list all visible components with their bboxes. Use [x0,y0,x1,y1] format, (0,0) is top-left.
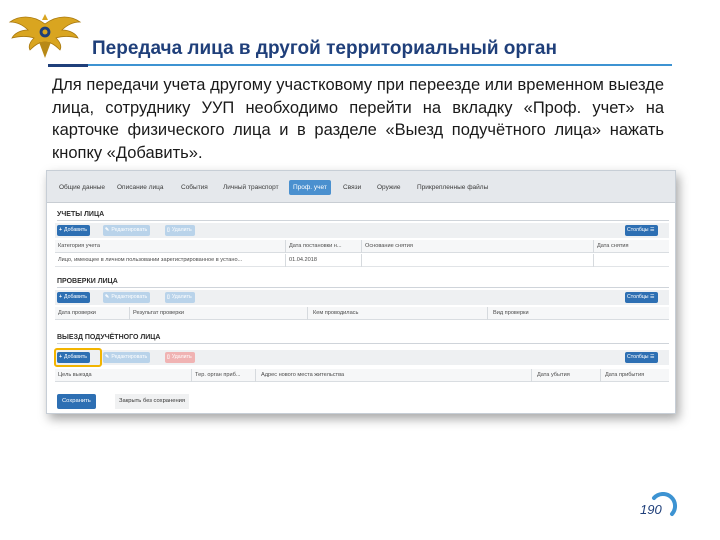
trash-icon: ▯ [167,294,170,300]
departure-delete-button[interactable]: ▯ Удалить [165,352,195,363]
column-header: Дата постановки н... [289,243,342,249]
column-header: Кем проводилась [313,310,359,316]
instruction-text: Для передачи учета другому участковому п… [52,76,664,162]
accounts-add-button[interactable]: + Добавить [57,225,90,236]
trash-icon: ▯ [167,354,170,360]
section-rule [57,287,669,288]
column-header: Дата убытия [537,372,570,378]
checks-edit-button[interactable]: ✎ Редактировать [103,292,151,303]
trash-icon: ▯ [167,227,170,233]
add-button-highlight [54,348,102,367]
tab-vehicles[interactable]: Личный транспорт [219,180,283,195]
tab-bar: Общие данные Описание лица События Личны… [47,171,675,203]
tab-events[interactable]: События [177,180,212,195]
table-cell: 01.04.2018 [289,257,317,263]
accounts-columns-button[interactable]: Столбцы ☰ [625,225,658,236]
tab-description[interactable]: Описание лица [113,180,167,195]
table-cell: Лицо, имеющее в личном пользовании зарег… [58,257,243,263]
slide-title: Передача лица в другой территориальный о… [92,38,557,59]
column-header: Основание снятия [365,243,413,249]
page-number: 190 [640,502,662,517]
title-rule-accent [48,64,88,67]
tab-links[interactable]: Связи [339,180,365,195]
column-header: Результат проверки [133,310,184,316]
departure-edit-button[interactable]: ✎ Редактировать [103,352,151,363]
table-row[interactable]: Лицо, имеющее в личном пользовании зарег… [55,254,669,267]
pencil-icon: ✎ [105,294,110,300]
plus-icon: + [59,227,63,233]
column-header: Вид проверки [493,310,529,316]
checks-toolbar: + Добавить ✎ Редактировать ▯ Удалить Столбц… [55,290,669,305]
accounts-toolbar: + Добавить ✎ Редактировать ▯ Удалить Столбц… [55,223,669,238]
section-title-departure: ВЫЕЗД ПОДУЧЁТНОГО ЛИЦА [57,334,161,341]
form-footer: Сохранить Закрыть без сохранения [55,392,669,412]
departure-toolbar: + Добавить ✎ Редактировать ▯ Удалить Столбц… [55,350,669,365]
save-button[interactable]: Сохранить [57,394,96,409]
pencil-icon: ✎ [105,354,110,360]
checks-add-button[interactable]: + Добавить [57,292,90,303]
plus-icon: + [59,294,63,300]
column-header: Категория учета [58,243,100,249]
departure-columns-button[interactable]: Столбцы ☰ [625,352,658,363]
accounts-delete-button[interactable]: ▯ Удалить [165,225,195,236]
accounts-table-header: Категория учета Дата постановки н... Осн… [55,240,669,253]
checks-table-header: Дата проверки Результат проверки Кем про… [55,307,669,320]
app-screenshot: Общие данные Описание лица События Личны… [46,170,676,414]
menu-icon: ☰ [650,227,655,233]
column-header: Дата проверки [58,310,96,316]
tab-general[interactable]: Общие данные [55,180,109,195]
pencil-icon: ✎ [105,227,110,233]
eagle-emblem-icon [8,14,82,58]
tab-weapons[interactable]: Оружие [373,180,405,195]
column-header: Дата снятия [597,243,629,249]
departure-table-header: Цель выезда Тер. орган приб... Адрес нов… [55,369,669,382]
tab-files[interactable]: Прикрепленные файлы [413,180,492,195]
column-header: Адрес нового места жительства [261,372,345,378]
menu-icon: ☰ [650,294,655,300]
tab-prof-account[interactable]: Проф. учет [289,180,331,195]
column-header: Цель выезда [58,372,92,378]
title-rule [48,64,672,66]
checks-delete-button[interactable]: ▯ Удалить [165,292,195,303]
accounts-edit-button[interactable]: ✎ Редактировать [103,225,151,236]
column-header: Тер. орган приб... [195,372,241,378]
section-rule [57,343,669,344]
checks-columns-button[interactable]: Столбцы ☰ [625,292,658,303]
close-without-saving-button[interactable]: Закрыть без сохранения [115,394,190,409]
column-header: Дата прибытия [605,372,645,378]
section-rule [57,220,669,221]
menu-icon: ☰ [650,354,655,360]
section-title-checks: ПРОВЕРКИ ЛИЦА [57,278,118,285]
section-title-accounts: УЧЕТЫ ЛИЦА [57,211,105,218]
